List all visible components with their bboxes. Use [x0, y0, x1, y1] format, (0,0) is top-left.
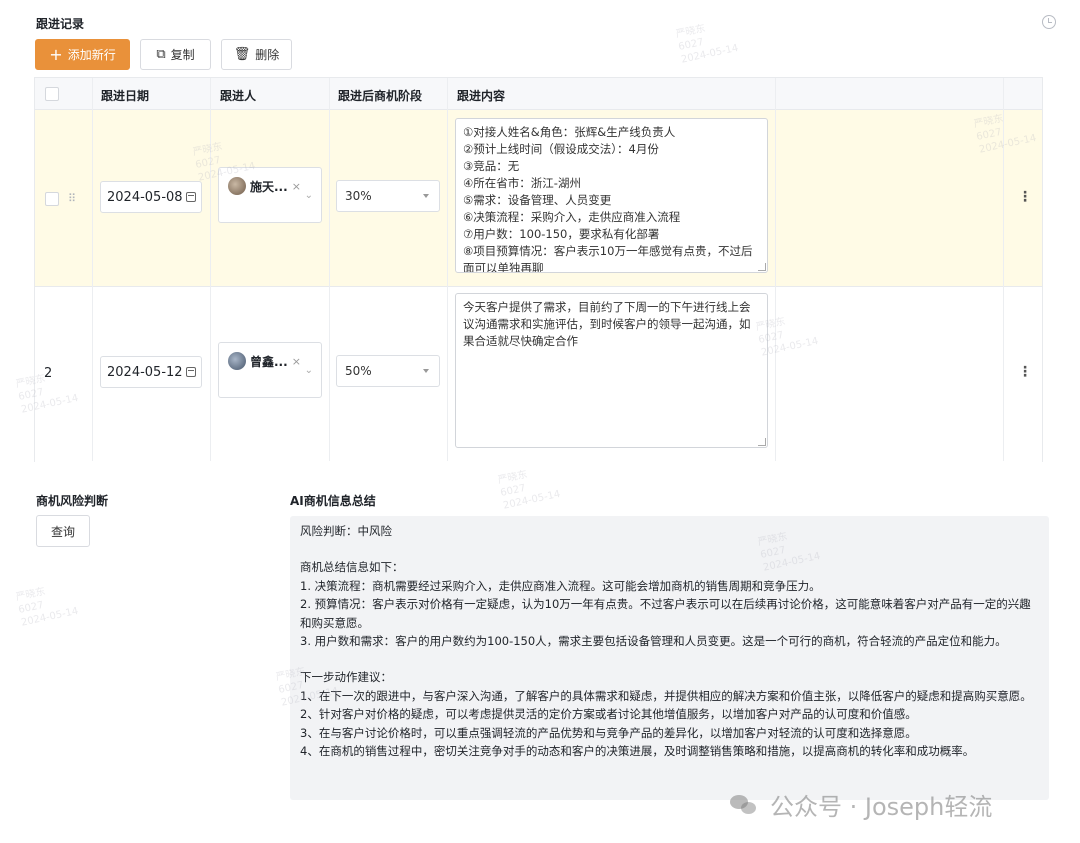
calendar-icon: [186, 192, 196, 202]
column-divider: [210, 78, 211, 461]
resize-handle-icon[interactable]: [758, 438, 766, 446]
date-value: 2024-05-08: [107, 189, 183, 205]
person-tag: 曾鑫... ×: [228, 349, 301, 373]
add-row-label: 添加新行: [67, 48, 116, 62]
delete-label: 删除: [255, 48, 280, 62]
watermark: 严晓东 6027 2024-05-14: [496, 469, 562, 512]
column-divider: [92, 78, 93, 461]
next-step-point: 3、在与客户讨论价格时，可以重点强调轻流的产品优势和与竞争产品的差异化，以增加客…: [300, 725, 917, 740]
trash-icon: 🗑︎: [233, 47, 251, 62]
avatar: [228, 177, 246, 195]
person-select[interactable]: 曾鑫... × ⌄: [218, 342, 322, 398]
content-textarea[interactable]: 今天客户提供了需求，目前约了下周一的下午进行线上会议沟通需求和实施评估，到时候客…: [455, 293, 768, 448]
chevron-down-icon: ⌄: [304, 365, 313, 376]
copy-label: 复制: [170, 48, 195, 62]
row-checkbox[interactable]: [45, 192, 59, 206]
stage-select[interactable]: 50%: [336, 355, 440, 387]
chevron-down-icon: ⌄: [304, 190, 313, 201]
followup-table: 跟进日期 跟进人 跟进后商机阶段 跟进内容 ⠿ 2024-05-08 施天...…: [34, 77, 1043, 462]
summary-point: 2. 预算情况：客户表示对价格有一定疑虑，认为10万一年有点贵。不过客户表示可以…: [300, 597, 1031, 630]
followup-section-title: 跟进记录: [36, 17, 85, 31]
remove-person-icon[interactable]: ×: [292, 180, 301, 193]
person-select[interactable]: 施天... × ⌄: [218, 167, 322, 223]
stage-value: 30%: [345, 189, 372, 203]
col-date: 跟进日期: [101, 89, 150, 103]
more-actions-icon[interactable]: ⋮: [1018, 365, 1032, 379]
ai-summary-title: AI商机信息总结: [290, 494, 376, 508]
column-divider: [447, 78, 448, 461]
watermark: 严晓东 6027 2024-05-14: [14, 586, 80, 629]
content-text: ①对接人姓名&角色：张辉&生产线负责人 ②预计上线时间（假设成交法）：4月份 ③…: [463, 125, 753, 273]
caret-down-icon: [423, 194, 429, 198]
date-picker[interactable]: 2024-05-08: [100, 181, 202, 213]
risk-section-title: 商机风险判断: [36, 494, 109, 508]
person-name: 曾鑫...: [250, 354, 288, 369]
ai-summary-panel: 风险判断：中风险 商机总结信息如下： 1. 决策流程：商机需要经过采购介入，走供…: [290, 516, 1049, 800]
row-number: 2: [44, 366, 53, 381]
footer-brand-text: 公众号 · Joseph轻流: [770, 793, 993, 821]
footer-brand: 公众号 · Joseph轻流: [730, 787, 992, 822]
content-textarea[interactable]: ①对接人姓名&角色：张辉&生产线负责人 ②预计上线时间（假设成交法）：4月份 ③…: [455, 118, 768, 273]
stage-value: 50%: [345, 364, 372, 378]
next-steps-heading: 下一步动作建议：: [300, 670, 392, 685]
column-divider: [1003, 78, 1004, 461]
caret-down-icon: [423, 369, 429, 373]
select-all-checkbox[interactable]: [45, 87, 59, 101]
risk-line: 风险判断：中风险: [300, 524, 392, 538]
more-actions-icon[interactable]: ⋮: [1018, 190, 1032, 204]
table-row: 2 2024-05-12 曾鑫... × ⌄ 50% 今天客户提供了需求，目前约…: [35, 287, 1042, 462]
add-row-button[interactable]: + 添加新行: [35, 39, 130, 70]
resize-handle-icon[interactable]: [758, 263, 766, 271]
remove-person-icon[interactable]: ×: [292, 355, 301, 368]
summary-point: 3. 用户数和需求：客户的用户数约为100-150人，需求主要包括设备管理和人员…: [300, 634, 1007, 649]
query-button[interactable]: 查询: [36, 515, 90, 547]
next-step-point: 2、针对客户对价格的疑虑，可以考虑提供灵活的定价方案或者讨论其他增值服务，以增加…: [300, 707, 917, 722]
person-name: 施天...: [250, 179, 288, 194]
column-divider: [329, 78, 330, 461]
table-row: ⠿ 2024-05-08 施天... × ⌄ 30% ①对接人姓名&角色：张辉&…: [35, 110, 1042, 287]
copy-button[interactable]: ⧉ 复制: [140, 39, 211, 70]
history-icon[interactable]: [1042, 15, 1056, 29]
date-value: 2024-05-12: [107, 364, 183, 380]
col-content: 跟进内容: [457, 89, 506, 103]
plus-icon: +: [49, 44, 63, 64]
delete-button[interactable]: 🗑︎ 删除: [221, 39, 292, 70]
wechat-icon: [730, 793, 760, 817]
watermark: 严晓东 6027 2024-05-14: [674, 23, 740, 66]
col-stage: 跟进后商机阶段: [338, 89, 423, 103]
table-header: 跟进日期 跟进人 跟进后商机阶段 跟进内容: [35, 78, 1042, 110]
calendar-icon: [186, 367, 196, 377]
content-text: 今天客户提供了需求，目前约了下周一的下午进行线上会议沟通需求和实施评估，到时候客…: [463, 300, 751, 348]
col-person: 跟进人: [220, 89, 257, 103]
summary-point: 1. 决策流程：商机需要经过采购介入，走供应商准入流程。这可能会增加商机的销售周…: [300, 578, 821, 593]
stage-select[interactable]: 30%: [336, 180, 440, 212]
drag-handle-icon[interactable]: ⠿: [68, 193, 78, 204]
column-divider: [775, 78, 776, 461]
person-tag: 施天... ×: [228, 174, 301, 198]
next-step-point: 1、在下一次的跟进中，与客户深入沟通，了解客户的具体需求和疑虑，并提供相应的解决…: [300, 688, 1032, 703]
summary-heading: 商机总结信息如下：: [300, 560, 404, 575]
next-step-point: 4、在商机的销售过程中，密切关注竞争对手的动态和客户的决策进展，及时调整销售策略…: [300, 744, 975, 759]
date-picker[interactable]: 2024-05-12: [100, 356, 202, 388]
avatar: [228, 352, 246, 370]
copy-icon: ⧉: [156, 47, 166, 62]
